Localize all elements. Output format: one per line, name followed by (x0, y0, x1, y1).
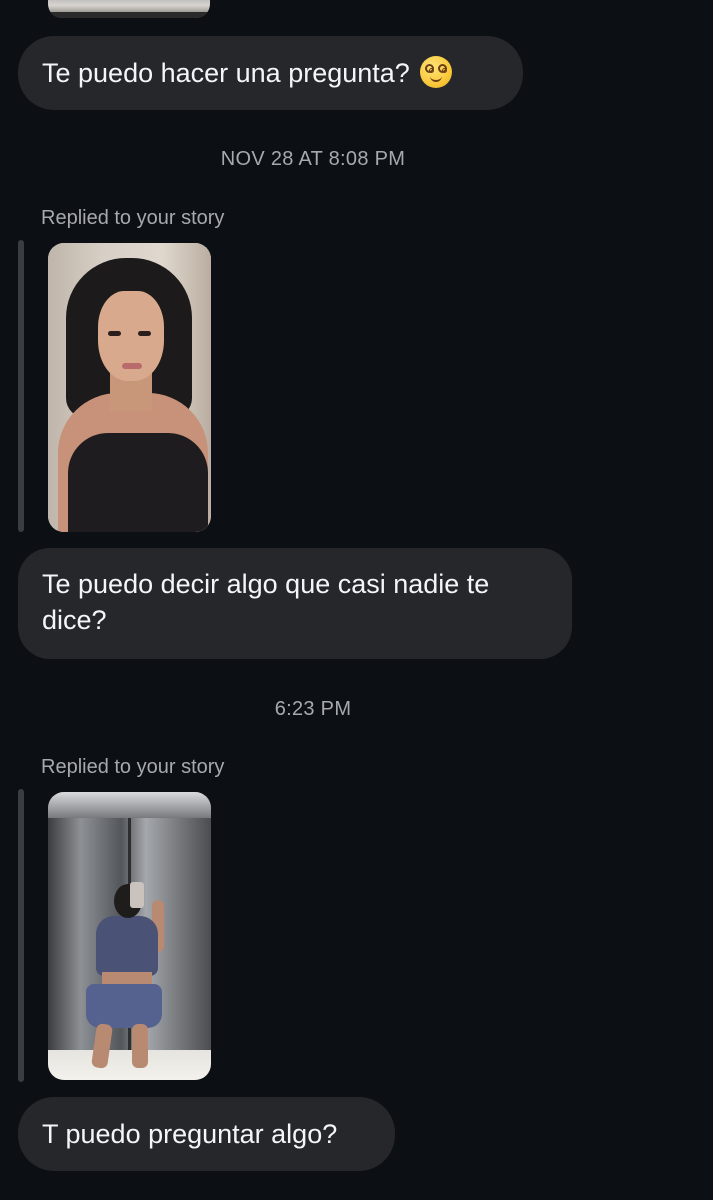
message-text: Te puedo hacer una pregunta? (42, 58, 410, 88)
reply-indicator-bar (18, 240, 24, 532)
replied-to-story-label: Replied to your story (41, 207, 225, 229)
message-bubble[interactable]: Te puedo decir algo que casi nadie te di… (18, 548, 572, 659)
replied-to-story-label: Replied to your story (41, 756, 225, 778)
woozy-face-emoji-icon (419, 56, 452, 88)
message-bubble[interactable]: Te puedo hacer una pregunta? (18, 36, 523, 110)
reply-indicator-bar (18, 789, 24, 1082)
story-thumbnail[interactable] (48, 243, 211, 532)
message-text-line-1: Te puedo decir algo que casi nadie te (42, 569, 490, 599)
timestamp: 6:23 PM (274, 698, 352, 720)
previous-story-thumbnail[interactable] (48, 0, 210, 18)
timestamp: NOV 28 AT 8:08 PM (220, 148, 406, 170)
message-text-line-2: dice? (42, 605, 107, 635)
story-thumbnail[interactable] (48, 792, 211, 1080)
message-text: T puedo preguntar algo? (42, 1119, 338, 1149)
message-bubble[interactable]: T puedo preguntar algo? (18, 1097, 395, 1171)
